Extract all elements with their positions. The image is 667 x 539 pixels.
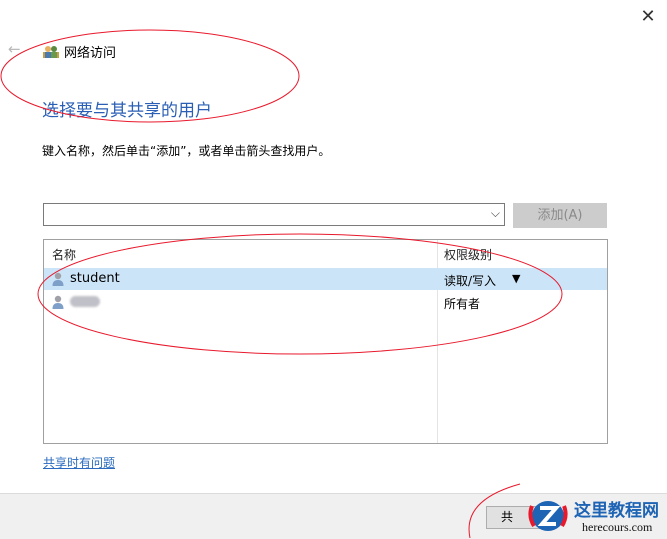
obscured-user-name — [70, 296, 100, 307]
user-icon — [52, 295, 64, 309]
watermark-url: herecours.com — [582, 520, 653, 534]
permission-dropdown-icon[interactable]: ▼ — [512, 272, 520, 285]
watermark-brand: 这里教程网 — [574, 501, 659, 521]
close-icon[interactable]: ✕ — [637, 6, 659, 28]
user-row-student[interactable]: student 读取/写入 ▼ — [44, 268, 607, 290]
permission-level[interactable]: 读取/写入 — [444, 272, 496, 289]
user-permission-list[interactable]: 名称 权限级别 student 读取/写入 ▼ 所有者 — [43, 239, 608, 444]
watermark-logo-icon — [528, 501, 568, 531]
user-name-combobox[interactable]: ⌵ — [43, 203, 505, 226]
back-arrow-icon[interactable]: ← — [8, 40, 21, 58]
window-title: 网络访问 — [64, 46, 117, 61]
title-bar: ✕ — [0, 0, 667, 36]
user-row-owner[interactable]: 所有者 — [44, 291, 607, 313]
column-header-name[interactable]: 名称 — [52, 246, 76, 263]
column-header-permission[interactable]: 权限级别 — [444, 246, 492, 263]
sharing-help-link[interactable]: 共享时有问题 — [43, 454, 115, 471]
chevron-down-icon[interactable]: ⌵ — [491, 206, 500, 221]
permission-level: 所有者 — [444, 297, 481, 311]
add-button[interactable]: 添加(A) — [513, 203, 607, 228]
page-heading: 选择要与其共享的用户 — [42, 101, 212, 121]
user-icon — [52, 272, 64, 286]
user-name: student — [70, 271, 120, 286]
network-users-icon — [43, 46, 59, 58]
instruction-text: 键入名称，然后单击“添加”，或者单击箭头查找用户。 — [42, 144, 331, 158]
